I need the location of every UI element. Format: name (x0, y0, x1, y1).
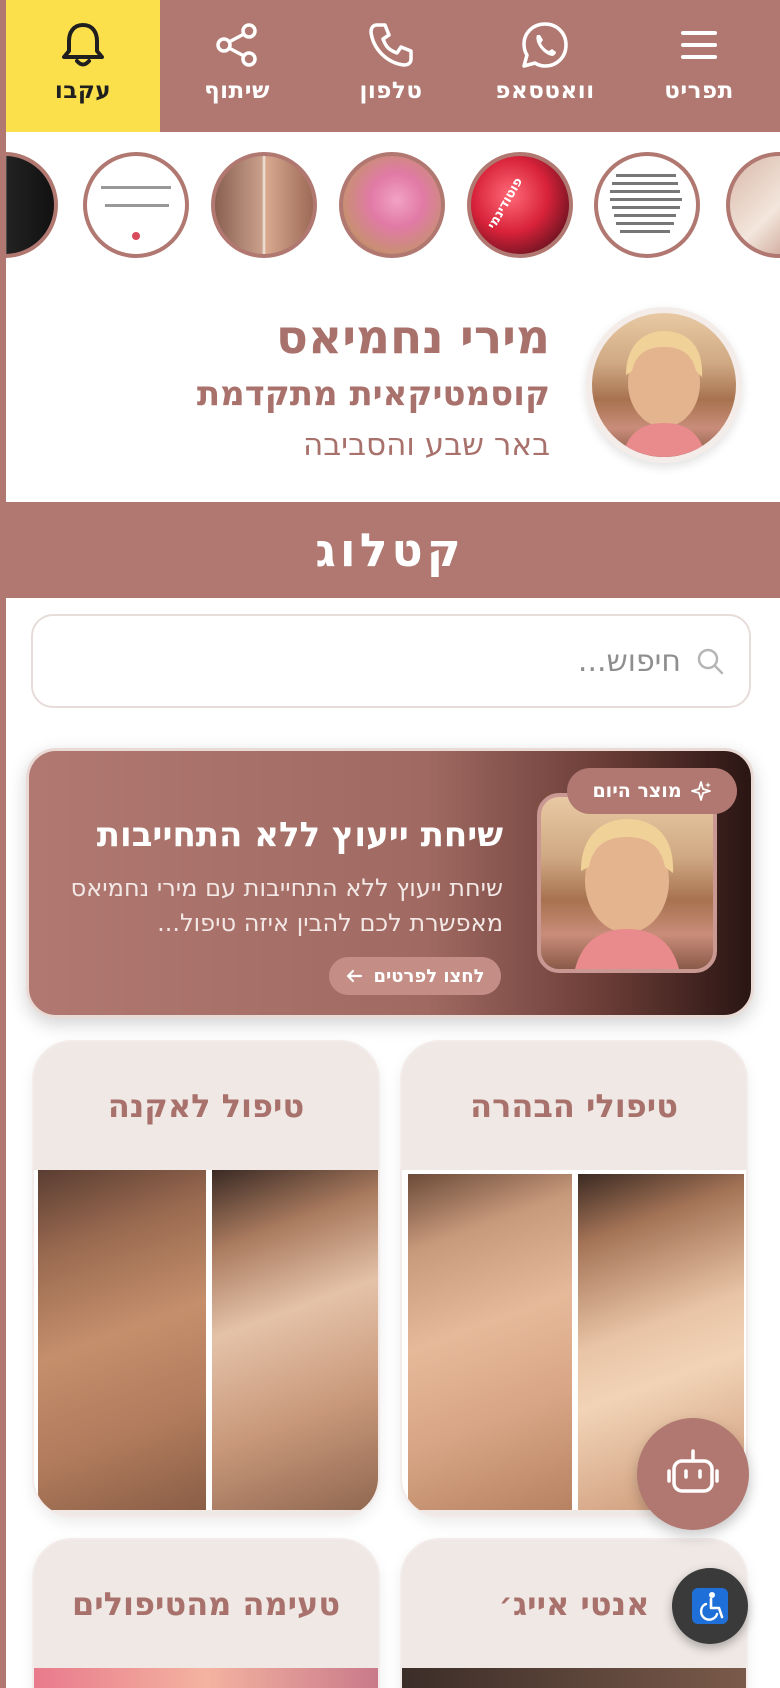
story-caption: פוטודינמי (484, 175, 527, 232)
profile-title: קוסמטיקאית מתקדמת (196, 374, 550, 414)
whatsapp-label: וואטסאפ (495, 78, 595, 104)
search-field[interactable]: חיפוש... (31, 614, 751, 708)
menu-button[interactable]: תפריט (622, 0, 776, 132)
featured-description: שיחת ייעוץ ללא התחייבות עם מירי נחמיאס מ… (70, 874, 503, 937)
bell-icon (58, 20, 108, 70)
hamburger-icon (674, 20, 724, 70)
share-button[interactable]: שיתוף (160, 0, 314, 132)
sparkle-icon (690, 781, 711, 801)
details-button-label: לחצו לפרטים (373, 965, 485, 987)
robot-icon (667, 1449, 719, 1493)
accessibility-icon (692, 1588, 728, 1624)
story-bubble[interactable] (83, 152, 189, 258)
story-bubble[interactable]: פוטודינמי (467, 152, 573, 258)
profile-name: מירי נחמיאס (276, 310, 550, 365)
story-text-image (101, 186, 171, 240)
category-card-taste[interactable]: טעימה מהטיפולים (32, 1538, 380, 1688)
profile-area: באר שבע והסביבה (303, 427, 550, 463)
story-bubble[interactable] (339, 152, 445, 258)
category-title: טיפול לאקנה (107, 1087, 305, 1125)
follow-label: עקבו (54, 78, 112, 104)
badge-label: מוצר היום (592, 780, 682, 802)
menu-label: תפריט (664, 78, 734, 104)
whatsapp-icon (520, 20, 570, 70)
share-label: שיתוף (204, 78, 270, 104)
featured-title: שיחת ייעוץ ללא התחייבות (96, 815, 503, 855)
phone-label: טלפון (359, 78, 423, 104)
follow-button[interactable]: עקבו (6, 0, 160, 132)
story-text-image (610, 174, 682, 233)
accessibility-button[interactable] (672, 1568, 748, 1644)
search-icon (697, 648, 724, 675)
stories-strip[interactable]: פוטודינמי (6, 152, 780, 262)
portrait-illustration (622, 331, 706, 457)
catalog-title: קטלוג (315, 523, 465, 577)
story-bubble[interactable] (726, 152, 780, 258)
details-button[interactable]: לחצו לפרטים (329, 957, 501, 995)
share-icon (212, 20, 262, 70)
arrow-left-icon (347, 969, 363, 983)
featured-product-card[interactable]: מוצר היום שיחת ייעוץ ללא התחייבות שיחת י… (26, 748, 754, 1018)
category-card-acne[interactable]: טיפול לאקנה (32, 1040, 380, 1518)
profile-card: פוטודינמי מירי נחמיאס קוסמטיקאית מתקדמת … (6, 132, 780, 502)
category-title: טיפולי הבהרה (470, 1087, 678, 1125)
story-bubble[interactable] (6, 152, 58, 258)
category-image (34, 1668, 378, 1688)
product-of-day-badge: מוצר היום (567, 768, 737, 814)
top-nav: עקבו שיתוף טלפון וואטסאפ תפריט (0, 0, 780, 132)
search-input[interactable]: חיפוש... (578, 644, 681, 679)
category-image (34, 1170, 378, 1510)
whatsapp-button[interactable]: וואטסאפ (468, 0, 622, 132)
category-image (402, 1668, 746, 1688)
portrait-illustration (575, 819, 679, 969)
story-bubble[interactable] (211, 152, 317, 258)
story-bubble[interactable] (594, 152, 700, 258)
category-title: טעימה מהטיפולים (71, 1585, 341, 1623)
chatbot-button[interactable] (637, 1418, 749, 1530)
phone-icon (366, 20, 416, 70)
avatar[interactable] (586, 307, 742, 463)
phone-button[interactable]: טלפון (314, 0, 468, 132)
catalog-content: חיפוש... מוצר היום שיחת ייעוץ ללא התחייב… (6, 598, 780, 1688)
featured-image (537, 793, 717, 973)
